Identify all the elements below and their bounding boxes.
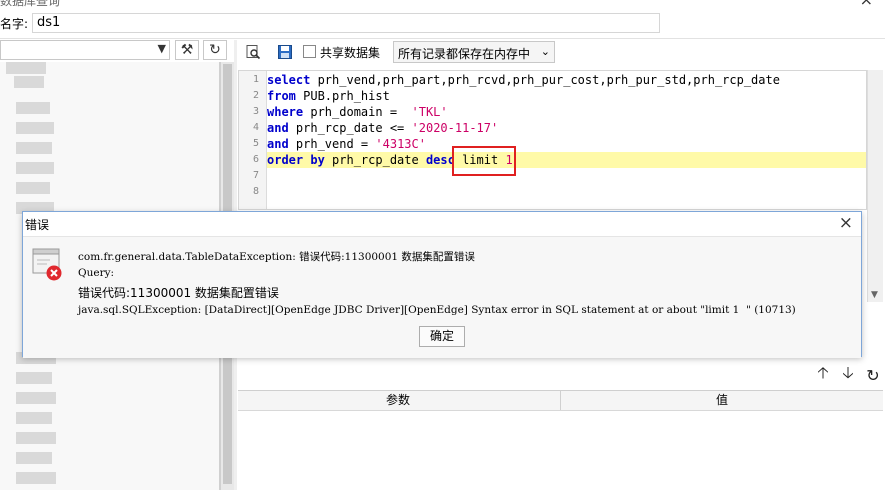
sql-token: prh_rcp_date	[324, 153, 426, 167]
line-number-gutter: 1 2 3 4 5 6 7 8	[239, 71, 267, 209]
line-number: 3	[252, 106, 259, 117]
share-dataset-checkbox[interactable]	[303, 45, 316, 58]
dialog-close-icon[interactable]: ×	[839, 213, 853, 233]
blurred-tree-item	[16, 122, 54, 134]
edit-connection-button[interactable]: ⚒	[175, 40, 199, 60]
column-header-param[interactable]: 参数	[238, 391, 558, 410]
blurred-tree-item	[6, 62, 46, 74]
save-icon	[278, 45, 292, 59]
blurred-tree-item	[16, 372, 52, 384]
sql-editor[interactable]: 1 2 3 4 5 6 7 8 select prh_vend,prh_part,prh_rc…	[238, 70, 867, 210]
preview-icon	[246, 45, 261, 60]
refresh-icon: ↻	[866, 365, 880, 385]
blurred-tree-item	[16, 182, 50, 194]
record-mode-select[interactable]: 所有记录都保存在内存中 ⌄	[393, 41, 555, 63]
parameters-table[interactable]: 参数 值	[238, 390, 883, 490]
dialog-body: com.fr.general.data.TableDataException: …	[23, 236, 861, 358]
chevron-down-icon: ⌄	[540, 45, 550, 58]
tools-icon: ⚒	[180, 42, 194, 58]
sql-token: and	[267, 137, 289, 151]
error-message-line: com.fr.general.data.TableDataException: …	[78, 251, 475, 263]
scroll-down-icon[interactable]: ▼	[871, 290, 878, 300]
sql-line[interactable]: and prh_vend = '4313C'	[267, 136, 426, 152]
sql-token: '2020-11-17'	[411, 121, 499, 135]
error-icon	[32, 248, 62, 281]
sql-token: prh_domain =	[303, 105, 412, 119]
blurred-tree-item	[16, 392, 56, 404]
sql-token: PUB.prh_hist	[295, 89, 390, 103]
sql-token: where	[267, 105, 304, 119]
record-mode-value: 所有记录都保存在内存中	[398, 47, 531, 61]
move-up-button[interactable]: 🡡	[814, 363, 832, 384]
editor-scrollbar[interactable]: ▼	[867, 70, 883, 302]
chevron-down-icon: ▼	[157, 42, 166, 55]
line-number: 1	[252, 74, 259, 85]
sql-token: prh_vend =	[288, 137, 376, 151]
arrow-down-icon: 🡣	[842, 362, 854, 382]
sql-line[interactable]: where prh_domain = 'TKL'	[267, 104, 448, 120]
column-header-value[interactable]: 值	[560, 391, 883, 410]
blurred-tree-item	[16, 162, 54, 174]
window-title: 数据库查询	[0, 0, 61, 8]
name-input[interactable]: ds1	[32, 13, 660, 33]
sql-token: from	[267, 89, 296, 103]
sql-token: prh_vend,prh_part,prh_rcvd,prh_pur_cost,…	[310, 73, 780, 87]
blurred-tree-item	[16, 412, 52, 424]
sql-line[interactable]: from PUB.prh_hist	[267, 88, 390, 104]
error-message-line: Query:	[78, 267, 115, 279]
annotation-highlight-box	[452, 146, 516, 176]
window-close-icon[interactable]: ×	[860, 0, 873, 9]
error-message-line: java.sql.SQLException: [DataDirect][Open…	[78, 304, 796, 316]
refresh-params-button[interactable]: ↻	[864, 365, 882, 385]
move-down-button[interactable]: 🡣	[839, 363, 857, 384]
refresh-tree-button[interactable]: ↻	[203, 40, 227, 60]
parameters-table-header: 参数 值	[238, 391, 883, 411]
arrow-up-icon: 🡡	[817, 362, 829, 382]
line-number: 2	[252, 90, 259, 101]
line-number: 5	[252, 138, 259, 149]
sql-token: prh_rcp_date <=	[288, 121, 412, 135]
sql-token: order by	[267, 153, 325, 167]
line-number: 4	[252, 122, 259, 133]
connection-select[interactable]: ▼	[0, 40, 170, 60]
share-dataset-label: 共享数据集	[320, 46, 381, 60]
refresh-icon: ↻	[209, 42, 221, 58]
blurred-tree-item	[14, 76, 44, 88]
sql-token: desc	[425, 153, 455, 167]
blurred-tree-item	[16, 142, 52, 154]
blurred-tree-item	[16, 472, 56, 484]
name-label: 名字:	[0, 17, 29, 31]
error-message-line: 错误代码:11300001 数据集配置错误	[78, 286, 279, 300]
sql-line[interactable]: select prh_vend,prh_part,prh_rcvd,prh_pu…	[267, 72, 780, 88]
preview-button[interactable]	[243, 42, 263, 62]
line-number: 7	[252, 170, 259, 181]
sql-line[interactable]: and prh_rcp_date <= '2020-11-17'	[267, 120, 498, 136]
blurred-tree-item	[16, 102, 50, 114]
sql-token: select	[267, 73, 311, 87]
divider	[0, 38, 885, 39]
blurred-tree-item	[16, 452, 52, 464]
line-number: 8	[252, 186, 259, 197]
ok-button[interactable]: 确定	[419, 326, 465, 347]
error-dialog: 错误 × com.fr.general.data.TableDataExcept…	[22, 211, 862, 358]
dialog-title: 错误	[25, 218, 50, 232]
sql-token: and	[267, 121, 289, 135]
line-number: 6	[252, 154, 259, 165]
save-sql-button[interactable]	[275, 42, 295, 62]
window-titlebar: 数据库查询 ×	[0, 0, 885, 10]
sql-token: '4313C'	[375, 137, 426, 151]
sql-token: 'TKL'	[411, 105, 448, 119]
blurred-tree-item	[16, 432, 56, 444]
